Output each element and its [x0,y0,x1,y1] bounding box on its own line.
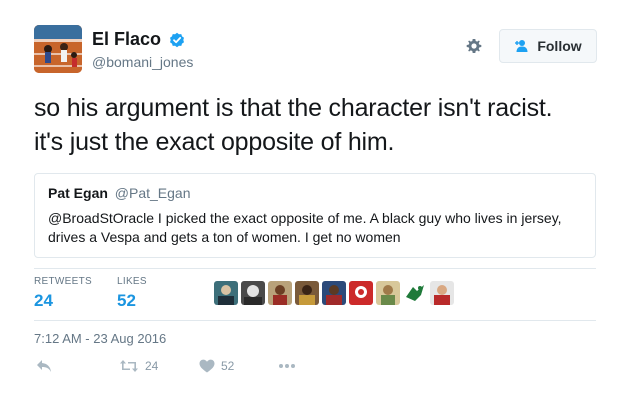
likes-stat[interactable]: LIKES 52 [117,276,147,311]
quoted-tweet[interactable]: Pat Egan @Pat_Egan @BroadStOracle I pick… [34,173,596,258]
tweet-text-line: so his argument is that the character is… [34,94,553,122]
quoted-tweet-text: @BroadStOracle I picked the exact opposi… [48,209,582,247]
like-button[interactable]: 52 [199,359,234,373]
liker-avatar[interactable] [403,281,427,305]
reply-icon [36,359,52,373]
retweets-stat[interactable]: RETWEETS 24 [34,276,92,311]
gear-icon[interactable] [464,36,484,56]
quoted-tweet-text-line: @BroadStOracle I picked the exact opposi… [48,210,562,226]
avatar[interactable] [34,25,82,73]
tweet-header: El Flaco @bomani_jones Follow [34,25,599,75]
follow-button-label: Follow [537,38,582,54]
retweets-count: 24 [34,291,53,310]
retweet-button[interactable]: 24 [119,359,158,373]
quoted-tweet-header: Pat Egan @Pat_Egan [48,185,582,201]
retweet-count: 24 [145,359,159,373]
quoted-tweet-handle: @Pat_Egan [114,185,191,201]
verified-badge-icon [169,32,185,48]
divider [34,320,596,321]
quoted-tweet-name: Pat Egan [48,185,108,201]
user-handle[interactable]: @bomani_jones [92,54,193,70]
liker-avatar[interactable] [214,281,238,305]
user-name-block[interactable]: El Flaco @bomani_jones [92,29,193,70]
retweet-icon [119,359,139,373]
liker-avatar[interactable] [349,281,373,305]
liker-avatar[interactable] [295,281,319,305]
liker-avatars [214,281,454,305]
follow-button[interactable]: Follow [499,29,597,63]
display-name[interactable]: El Flaco [92,29,161,50]
reply-button[interactable] [36,359,52,373]
liker-avatar[interactable] [430,281,454,305]
liker-avatar[interactable] [241,281,265,305]
tweet-text-line: it's just the exact opposite of him. [34,128,395,156]
more-button[interactable] [277,359,297,373]
more-icon [277,359,297,373]
divider [34,268,596,269]
like-count: 52 [221,359,235,373]
quoted-tweet-text-line: drives a Vespa and gets a ton of women. … [48,229,401,245]
retweets-label: RETWEETS [34,276,92,287]
liker-avatar[interactable] [322,281,346,305]
liker-avatar[interactable] [376,281,400,305]
heart-icon [199,359,215,373]
likes-count: 52 [117,291,136,310]
likes-label: LIKES [117,276,147,287]
liker-avatar[interactable] [268,281,292,305]
tweet-timestamp[interactable]: 7:12 AM - 23 Aug 2016 [34,331,166,346]
tweet-text: so his argument is that the character is… [34,91,599,159]
follow-person-plus-icon [514,39,532,53]
